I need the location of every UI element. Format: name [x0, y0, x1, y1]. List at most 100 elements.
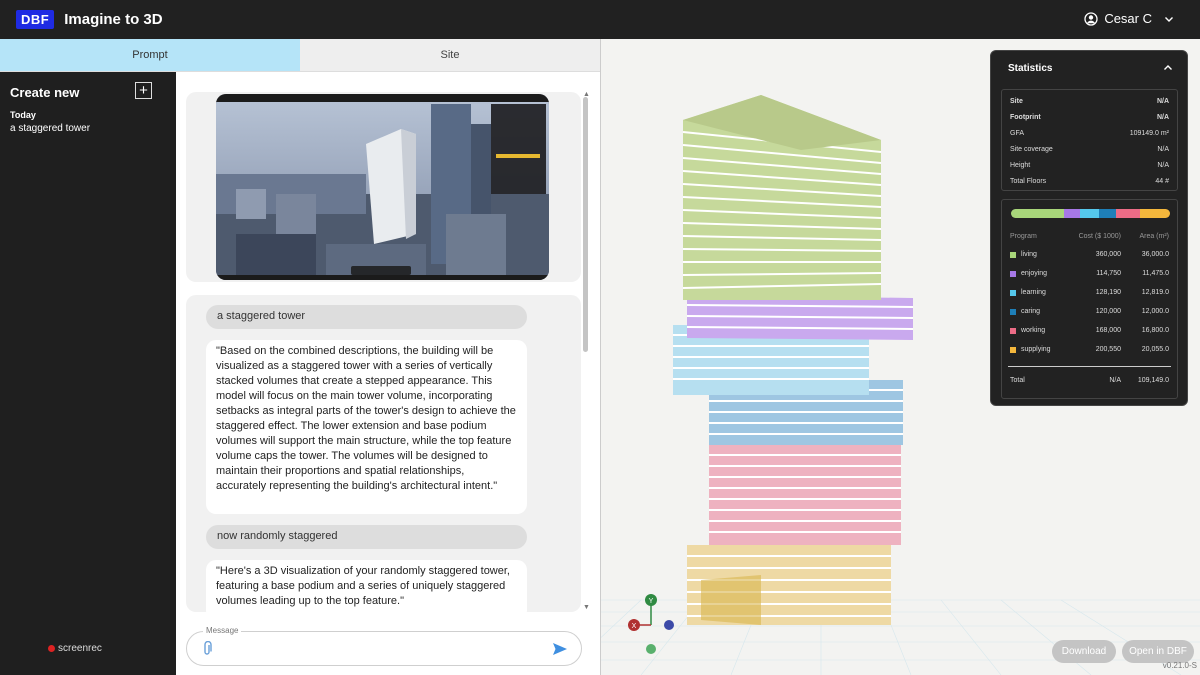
panel-tabs: Prompt Site	[0, 39, 600, 72]
program-cost: 128,190	[1095, 289, 1121, 296]
cost-header-label: Cost ($ 1000)	[1078, 233, 1121, 240]
stat-label: Site	[1010, 98, 1023, 105]
program-distribution-bar	[1011, 209, 1170, 218]
tab-prompt[interactable]: Prompt	[0, 39, 300, 72]
program-cost: 114,750	[1096, 270, 1121, 277]
program-name: supplying	[1021, 346, 1051, 353]
program-area: 16,800.0	[1141, 327, 1169, 334]
program-cost: 120,000	[1095, 308, 1121, 315]
top-bar: DBF Imagine to 3D Cesar C	[0, 0, 1200, 39]
program-name: caring	[1021, 308, 1041, 315]
summary-box: Site N/A Footprint N/A GFA 109149.0 m² Site…	[1001, 89, 1178, 191]
stat-row-site-coverage: Site coverage N/A	[1010, 146, 1169, 153]
image-attachment-card	[186, 92, 581, 282]
stat-row-height: Height N/A	[1010, 162, 1169, 169]
program-color-swatch	[1010, 271, 1016, 277]
stat-label: Total Floors	[1010, 178, 1047, 185]
program-header-label: Program	[1010, 233, 1037, 240]
program-bar-segment-2	[1080, 209, 1099, 218]
program-bar-segment-5	[1140, 209, 1170, 218]
program-cost: 200,550	[1095, 346, 1121, 353]
stat-value: 109149.0 m²	[1129, 130, 1169, 137]
program-bar-segment-3	[1098, 209, 1116, 218]
stat-label: Footprint	[1010, 114, 1041, 121]
program-area: 12,000.0	[1141, 308, 1169, 315]
chevron-up-icon[interactable]	[1163, 63, 1173, 73]
chat-scrollbar[interactable]	[583, 97, 588, 352]
assistant-message: "Based on the combined descriptions, the…	[206, 340, 527, 514]
scroll-down-arrow-icon[interactable]: ▼	[583, 604, 590, 611]
screenrec-label: screenrec	[58, 643, 102, 654]
program-area: 12,819.0	[1141, 289, 1169, 296]
area-header-label: Area (m²)	[1139, 233, 1169, 240]
stat-value: 44 #	[1155, 178, 1169, 185]
program-name: enjoying	[1021, 270, 1048, 277]
stat-row-gfa: GFA 109149.0 m²	[1010, 130, 1169, 137]
open-in-dbf-button[interactable]: Open in DBF	[1122, 640, 1194, 663]
create-new-label: Create new	[10, 85, 80, 100]
stat-value: N/A	[1157, 146, 1169, 153]
program-bar-segment-1	[1064, 209, 1081, 218]
send-icon[interactable]	[552, 642, 568, 656]
y-axis-label: Y	[649, 598, 654, 605]
reference-image[interactable]	[216, 94, 549, 280]
program-color-swatch	[1010, 328, 1016, 334]
program-box: Program Cost ($ 1000) Area (m²) living 360,…	[1001, 199, 1178, 399]
stat-label: GFA	[1010, 130, 1025, 137]
x-axis-label: X	[632, 623, 637, 630]
user-message: a staggered tower	[206, 305, 527, 329]
program-color-swatch	[1010, 347, 1016, 353]
user-message: now randomly staggered	[206, 525, 527, 549]
program-cost: 168,000	[1095, 327, 1121, 334]
program-area: 20,055.0	[1141, 346, 1169, 353]
program-name: working	[1021, 327, 1046, 334]
stat-row-total-floors: Total Floors 44 #	[1010, 178, 1169, 185]
user-name: Cesar C	[1104, 11, 1152, 26]
program-color-swatch	[1010, 252, 1016, 258]
program-color-swatch	[1010, 309, 1016, 315]
paperclip-icon[interactable]	[201, 641, 213, 657]
chevron-down-icon	[1165, 16, 1173, 22]
program-row: living 360,000 36,000.0	[1010, 251, 1169, 260]
total-label: Total	[1010, 377, 1025, 384]
program-name: living	[1021, 251, 1037, 258]
total-area: 109,149.0	[1137, 377, 1169, 384]
tab-site[interactable]: Site	[300, 39, 600, 72]
user-menu[interactable]: Cesar C	[1084, 11, 1174, 26]
conversation: a staggered tower "Based on the combined…	[186, 295, 581, 612]
floors-enjoying	[686, 295, 914, 340]
message-input-label: Message	[203, 626, 242, 635]
download-button[interactable]: Download	[1052, 640, 1116, 663]
version-label: v0.21.0-S	[1162, 661, 1197, 670]
stat-value: N/A	[1156, 98, 1169, 105]
program-name: learning	[1021, 289, 1046, 296]
plus-icon: +	[139, 82, 148, 99]
city-render-image	[216, 94, 549, 280]
user-icon	[1084, 11, 1098, 26]
program-row: caring 120,000 12,000.0	[1010, 308, 1169, 317]
history-item[interactable]: a staggered tower	[10, 123, 90, 134]
message-input[interactable]: Message	[186, 626, 582, 666]
stat-value: N/A	[1156, 114, 1169, 121]
program-row: learning 128,190 12,819.0	[1010, 289, 1169, 298]
stat-row-site: Site N/A	[1010, 98, 1169, 105]
screenrec-watermark: screenrec	[48, 643, 102, 654]
app-logo[interactable]: DBF	[16, 10, 55, 29]
program-area: 36,000.0	[1141, 251, 1169, 258]
history-section-title: Today	[10, 110, 36, 120]
floors-living	[682, 95, 882, 300]
program-bar-segment-0	[1011, 209, 1064, 218]
stat-label: Height	[1010, 162, 1031, 169]
program-row: supplying 200,550 20,055.0	[1010, 346, 1169, 355]
stat-row-footprint: Footprint N/A	[1010, 114, 1169, 121]
chat-panel: a staggered tower "Based on the combined…	[176, 72, 600, 675]
total-cost: N/A	[1109, 377, 1121, 384]
create-new-button[interactable]: +	[135, 82, 152, 99]
program-header: Program Cost ($ 1000) Area (m²)	[1010, 233, 1169, 242]
sidebar: Create new + Today a staggered tower scr…	[0, 72, 176, 675]
program-area: 11,475.0	[1142, 270, 1169, 277]
program-cost: 360,000	[1095, 251, 1121, 258]
program-row: enjoying 114,750 11,475.0	[1010, 270, 1169, 279]
floors-working	[709, 445, 901, 545]
program-total-row: Total N/A 109,149.0	[1010, 377, 1169, 386]
